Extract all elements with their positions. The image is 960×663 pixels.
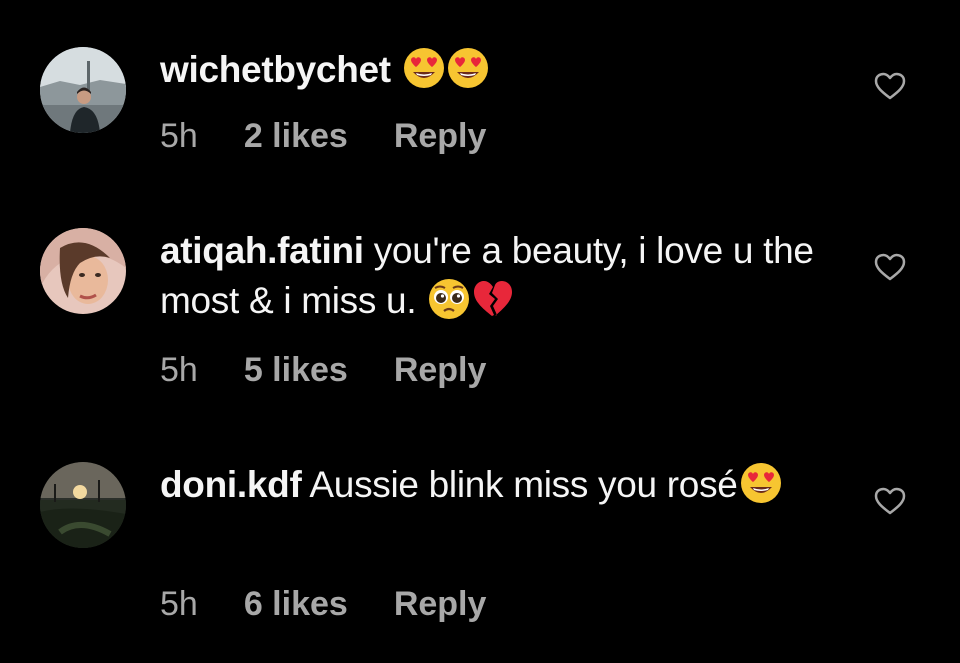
comment-username[interactable]: wichetbychet: [160, 49, 391, 90]
likes-count[interactable]: 6 likes: [244, 585, 348, 623]
comment-item: wichetbychet 5h 2 likes Reply: [0, 0, 960, 200]
reply-button[interactable]: Reply: [394, 351, 487, 389]
likes-count[interactable]: 2 likes: [244, 117, 348, 155]
comment-item: atiqah.fatini you're a beauty, i love u …: [0, 200, 960, 430]
likes-count[interactable]: 5 likes: [244, 351, 348, 389]
comment-username[interactable]: doni.kdf: [160, 464, 302, 505]
comment-message: Aussie blink miss you rosé: [309, 464, 738, 505]
avatar[interactable]: [40, 228, 126, 314]
comment-text: wichetbychet: [160, 45, 850, 95]
comment-username[interactable]: atiqah.fatini: [160, 230, 364, 271]
comment-time: 5h: [160, 351, 198, 389]
comment-time: 5h: [160, 585, 198, 623]
heart-icon[interactable]: [873, 71, 907, 101]
heart-icon[interactable]: [873, 486, 907, 516]
heart-eyes-emoji-icon: [447, 47, 489, 89]
comment-item: doni.kdf Aussie blink miss you rosé 5h 6 …: [0, 430, 960, 663]
comment-meta: 5h 6 likes Reply: [160, 584, 532, 624]
pleading-face-emoji-icon: [428, 278, 470, 320]
heart-eyes-emoji-icon: [403, 47, 445, 89]
heart-eyes-emoji-icon: [740, 462, 782, 504]
comment-text: doni.kdf Aussie blink miss you rosé: [160, 460, 850, 510]
comment-meta: 5h 2 likes Reply: [160, 116, 532, 156]
comment-text: atiqah.fatini you're a beauty, i love u …: [160, 226, 850, 326]
avatar[interactable]: [40, 47, 126, 133]
heart-icon[interactable]: [873, 252, 907, 282]
comment-time: 5h: [160, 117, 198, 155]
reply-button[interactable]: Reply: [394, 585, 487, 623]
comment-meta: 5h 5 likes Reply: [160, 350, 532, 390]
broken-heart-emoji-icon: [472, 278, 514, 320]
avatar[interactable]: [40, 462, 126, 548]
reply-button[interactable]: Reply: [394, 117, 487, 155]
